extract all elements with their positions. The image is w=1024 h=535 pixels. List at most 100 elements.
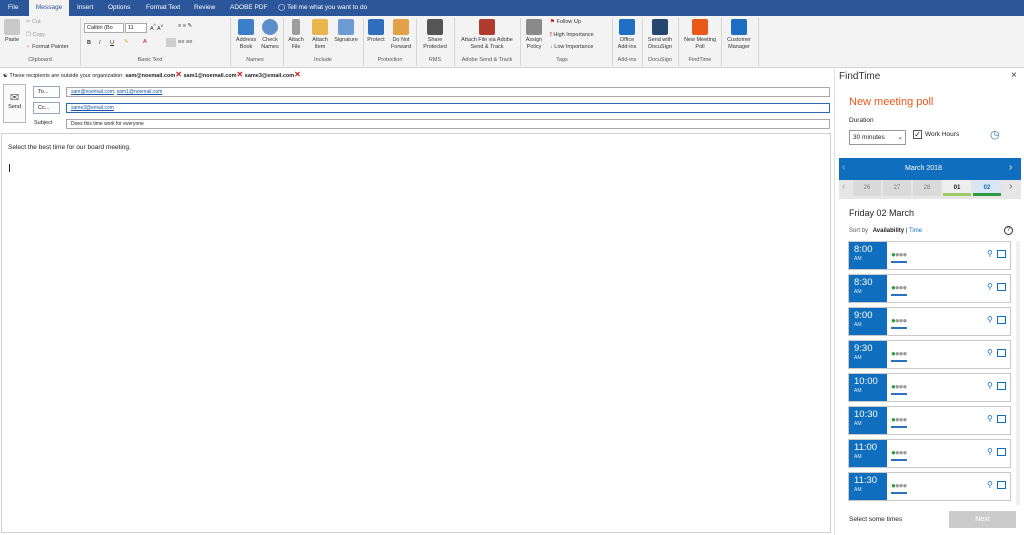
calendar-icon[interactable] <box>997 448 1006 456</box>
copy-icon: ❐ <box>26 32 31 38</box>
font-size-select[interactable]: 11 <box>125 23 147 33</box>
share-protected-button[interactable]: Share Protected <box>418 19 452 51</box>
copy-button[interactable]: ❐ Copy <box>26 32 45 38</box>
timezone-globe-icon[interactable]: ◷ <box>990 128 1000 141</box>
to-field[interactable]: sam@noemail.com; sam1@noemail.com <box>66 87 830 97</box>
protect-button[interactable]: Protect <box>365 19 387 44</box>
lock-slot-icon[interactable]: ⚲ <box>987 414 993 423</box>
new-meeting-poll-button[interactable]: New Meeting Poll <box>680 19 720 51</box>
lock-slot-icon[interactable]: ⚲ <box>987 249 993 258</box>
day-cell[interactable]: 27 <box>883 180 911 196</box>
close-icon[interactable]: × <box>1011 70 1017 81</box>
time-slot[interactable]: 8:30 AM ●●●● ⚲ <box>848 274 1011 303</box>
sort-availability-link[interactable]: Availability <box>873 228 904 234</box>
align-center-icon[interactable]: ≡≡ ≡≡ <box>178 39 192 45</box>
high-importance-button[interactable]: ! High Importance <box>550 32 594 38</box>
tell-me-search[interactable]: ◯ Tell me what you want to do <box>278 0 367 16</box>
remove-recipient-icon[interactable]: ✕ <box>237 70 244 79</box>
lock-slot-icon[interactable]: ⚲ <box>987 381 993 390</box>
cut-button[interactable]: ✂ Cut <box>26 19 41 25</box>
lock-slot-icon[interactable]: ⚲ <box>987 447 993 456</box>
calendar-icon[interactable] <box>997 316 1006 324</box>
do-not-forward-button[interactable]: Do Not Forward <box>388 19 414 51</box>
lock-slot-icon[interactable]: ⚲ <box>987 282 993 291</box>
time-slot[interactable]: 9:30 AM ●●●● ⚲ <box>848 340 1011 369</box>
calendar-icon[interactable] <box>997 349 1006 357</box>
office-addins-button[interactable]: Office Add-ins <box>614 19 640 51</box>
signature-button[interactable]: Signature <box>331 19 361 44</box>
tab-review[interactable]: Review <box>194 0 215 16</box>
check-names-button[interactable]: Check Names <box>259 19 281 51</box>
day-cell-selected[interactable]: 02 <box>973 180 1001 196</box>
address-book-button[interactable]: Address Book <box>233 19 259 51</box>
day-cell[interactable]: 26 <box>853 180 881 196</box>
time-slot[interactable]: 10:30 AM ●●●● ⚲ <box>848 406 1011 435</box>
time-slot[interactable]: 11:30 AM ●●●● ⚲ <box>848 472 1011 501</box>
recipient-chip[interactable]: sam1@noemail.com <box>117 89 163 95</box>
customer-manager-button[interactable]: Customer Manager <box>723 19 755 51</box>
calendar-icon[interactable] <box>997 250 1006 258</box>
follow-up-button[interactable]: ⚑ Follow Up <box>550 19 581 25</box>
chevron-right-icon[interactable]: › <box>1009 181 1012 192</box>
assign-policy-button[interactable]: Assign Policy <box>522 19 546 51</box>
help-icon[interactable]: ? <box>1004 226 1013 235</box>
attach-file-button[interactable]: Attach File <box>285 19 307 51</box>
brush-icon: ✓ <box>26 44 31 50</box>
lock-slot-icon[interactable]: ⚲ <box>987 348 993 357</box>
low-importance-button[interactable]: ↓ Low Importance <box>550 44 593 50</box>
calendar-icon[interactable] <box>997 481 1006 489</box>
tab-message[interactable]: Message <box>29 0 69 16</box>
to-button[interactable]: To... <box>33 86 60 98</box>
chevron-right-icon[interactable]: › <box>1009 162 1012 173</box>
bullets-icon[interactable]: ≡ ≡ ✎ <box>178 23 192 29</box>
calendar-icon[interactable] <box>997 382 1006 390</box>
calendar-icon[interactable] <box>997 283 1006 291</box>
cc-button[interactable]: Cc... <box>33 102 60 114</box>
chevron-left-icon[interactable]: ‹ <box>842 181 845 192</box>
italic-button[interactable]: I <box>99 40 101 46</box>
paste-icon <box>4 19 20 35</box>
time-slot[interactable]: 8:00 AM ●●●● ⚲ <box>848 241 1011 270</box>
tab-file[interactable]: File <box>8 0 18 16</box>
time-slot[interactable]: 11:00 AM ●●●● ⚲ <box>848 439 1011 468</box>
time-slot[interactable]: 10:00 AM ●●●● ⚲ <box>848 373 1011 402</box>
align-left-icon[interactable] <box>166 38 176 47</box>
message-body[interactable]: Select the best time for our board meeti… <box>1 133 831 533</box>
paste-button[interactable]: Paste <box>3 19 21 44</box>
chevron-left-icon[interactable]: ‹ <box>842 162 845 173</box>
day-cell[interactable]: 28 <box>913 180 941 196</box>
bold-button[interactable]: B <box>87 40 91 46</box>
subject-input[interactable]: Does this time work for everyone <box>66 119 830 129</box>
attach-adobe-button[interactable]: Attach File via Adobe Send & Track <box>456 19 518 51</box>
recipient-chip[interactable]: sam@noemail.com <box>71 89 114 95</box>
tab-insert[interactable]: Insert <box>77 0 93 16</box>
day-cell[interactable]: 01 <box>943 180 971 196</box>
grow-font-icon[interactable]: A^ Av <box>150 23 163 32</box>
work-hours-checkbox[interactable]: ✓ <box>913 130 922 139</box>
underline-button[interactable]: U <box>110 40 114 46</box>
time-slot[interactable]: 9:00 AM ●●●● ⚲ <box>848 307 1011 336</box>
slot-time-block: 10:30 AM <box>849 407 887 434</box>
lock-slot-icon[interactable]: ⚲ <box>987 480 993 489</box>
cc-field[interactable]: same3@email.com <box>66 103 830 113</box>
remove-recipient-icon[interactable]: ✕ <box>175 70 182 79</box>
divider <box>758 18 759 66</box>
remove-recipient-icon[interactable]: ✕ <box>294 70 301 79</box>
next-button[interactable]: Next <box>949 511 1016 528</box>
font-select[interactable]: Calibri (Bo <box>84 23 124 33</box>
pane-scrollbar[interactable] <box>1016 241 1020 505</box>
lock-slot-icon[interactable]: ⚲ <box>987 315 993 324</box>
send-button[interactable]: ✉ Send <box>3 84 26 123</box>
calendar-icon[interactable] <box>997 415 1006 423</box>
tab-adobe-pdf[interactable]: ADOBE PDF <box>230 0 268 16</box>
duration-select[interactable]: 30 minutes ⌄ <box>849 130 906 145</box>
sort-time-link[interactable]: Time <box>909 228 922 234</box>
format-painter-button[interactable]: ✓ Format Painter <box>26 44 69 50</box>
tab-options[interactable]: Options <box>108 0 130 16</box>
highlight-icon[interactable]: ✎ <box>124 39 129 45</box>
recipient-chip[interactable]: same3@email.com <box>71 105 114 111</box>
tab-format-text[interactable]: Format Text <box>146 0 180 16</box>
attach-item-button[interactable]: Attach Item <box>308 19 332 51</box>
font-color-icon[interactable]: A <box>143 39 147 45</box>
send-docusign-button[interactable]: Send with DocuSign <box>644 19 676 51</box>
